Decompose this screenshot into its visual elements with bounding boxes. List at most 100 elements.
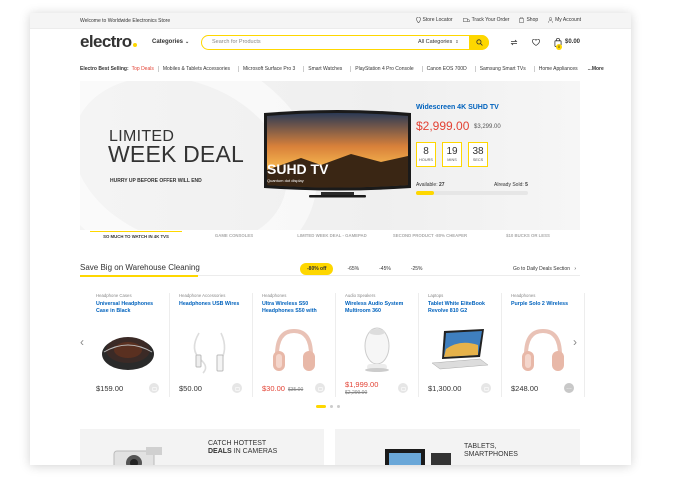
carousel-dot-active[interactable] bbox=[316, 405, 326, 408]
search-button[interactable] bbox=[469, 34, 489, 50]
product-card[interactable]: Audio Speakers Wireless Audio System Mul… bbox=[336, 293, 419, 397]
product-card[interactable]: Headphones Purple Solo 2 Wireless $248.0… bbox=[502, 293, 585, 397]
product-old-price: $35.00 bbox=[287, 387, 304, 393]
deal-old-price: $3,299.00 bbox=[474, 124, 501, 130]
carousel-dots bbox=[316, 405, 340, 408]
nav-item[interactable]: Mobiles & Tablets Accessories bbox=[157, 66, 234, 72]
header-icons bbox=[510, 38, 562, 47]
carousel-prev-arrow[interactable]: ‹ bbox=[80, 335, 84, 349]
add-to-cart-button[interactable] bbox=[149, 383, 159, 393]
slider-tab[interactable]: $10 BUCKS OR LESS bbox=[482, 233, 574, 238]
product-image[interactable] bbox=[96, 323, 160, 377]
product-category[interactable]: Audio Speakers bbox=[345, 293, 418, 298]
product-card[interactable]: Headphones Ultra Wireless S50 Headphones… bbox=[253, 293, 336, 397]
heart-icon[interactable] bbox=[532, 39, 540, 46]
hero-slider-tabs: SO MUCH TO WATCH IN 4K TVS GAME CONSOLES… bbox=[80, 230, 580, 248]
compare-icon[interactable] bbox=[510, 39, 518, 46]
store-locator-link[interactable]: Store Locator bbox=[415, 17, 453, 23]
nav-item[interactable]: Smart Watches bbox=[303, 66, 346, 72]
nav-top-deals[interactable]: Top Deals bbox=[132, 66, 154, 72]
product-card[interactable]: Laptops Tablet White EliteBook Revolve 8… bbox=[419, 293, 502, 397]
headphones-image bbox=[522, 328, 564, 371]
hero-banner[interactable]: LIMITED WEEK DEAL HURRY UP BEFORE OFFER … bbox=[80, 81, 580, 230]
product-name[interactable]: Tablet White EliteBook Revolve 810 G2 bbox=[428, 301, 498, 315]
product-category[interactable]: Headphone Cases bbox=[96, 293, 169, 298]
slider-tab[interactable]: SECOND PRODUCT -80% CHEAPER bbox=[384, 233, 476, 238]
logo-dot bbox=[132, 43, 137, 47]
deal-title[interactable]: Widescreen 4K SUHD TV bbox=[416, 104, 499, 111]
search-input[interactable] bbox=[212, 37, 402, 47]
product-image[interactable] bbox=[428, 323, 492, 377]
product-image[interactable] bbox=[345, 323, 409, 377]
product-name[interactable]: Headphones USB Wires bbox=[179, 301, 249, 315]
filter-pill[interactable]: -25% bbox=[405, 266, 429, 272]
section-divider-accent bbox=[80, 275, 198, 277]
product-category[interactable]: Headphones bbox=[262, 293, 335, 298]
slider-tab[interactable]: SO MUCH TO WATCH IN 4K TVS bbox=[90, 231, 182, 239]
cart-total[interactable]: $0.00 bbox=[565, 39, 580, 45]
product-name[interactable]: Universal Headphones Case in Black bbox=[96, 301, 166, 315]
nav-item[interactable]: Samsung Smart TVs bbox=[474, 66, 530, 72]
product-category[interactable]: Headphones bbox=[511, 293, 584, 298]
tv-product-image bbox=[264, 110, 411, 198]
search-bar: All Categories⇕ bbox=[201, 34, 489, 50]
track-order-link[interactable]: Track Your Order bbox=[462, 17, 509, 23]
product-name[interactable]: Wireless Audio System Multiroom 360 bbox=[345, 301, 415, 315]
filter-pill-active[interactable]: -80% off bbox=[300, 263, 334, 275]
cart-icon bbox=[317, 386, 323, 391]
filter-pill[interactable]: -65% bbox=[341, 266, 365, 272]
carousel-dot[interactable] bbox=[337, 405, 340, 408]
add-to-cart-button[interactable] bbox=[398, 383, 408, 393]
sold-progress-bar bbox=[416, 191, 528, 195]
usb-wire-image bbox=[193, 332, 226, 374]
filter-pill[interactable]: -45% bbox=[373, 266, 397, 272]
product-price: $1,300.00 bbox=[428, 384, 462, 393]
logo[interactable]: electro bbox=[80, 32, 137, 52]
product-name[interactable]: Purple Solo 2 Wireless bbox=[511, 301, 581, 315]
hero-subtitle: HURRY UP BEFORE OFFER WILL END bbox=[110, 178, 202, 184]
categories-dropdown[interactable]: Categories ⌄ bbox=[152, 39, 189, 45]
location-pin-icon bbox=[415, 17, 421, 23]
add-to-cart-button[interactable] bbox=[481, 383, 491, 393]
tablets-banner[interactable]: TABLETS, SMARTPHONES bbox=[335, 429, 580, 465]
nav-item[interactable]: Microsoft Surface Pro 3 bbox=[238, 66, 299, 72]
speaker-image bbox=[364, 327, 390, 372]
product-image[interactable] bbox=[262, 323, 326, 377]
add-to-cart-button[interactable]: … bbox=[564, 383, 574, 393]
cart-icon bbox=[234, 386, 240, 391]
banner-cameras-line2: DEALS IN CAMERAS bbox=[208, 448, 278, 455]
tv-screen-subtext: Quantum dot display bbox=[267, 178, 304, 183]
timer-secs: 38 SECS bbox=[468, 142, 488, 167]
search-category-select[interactable]: All Categories ⇕ bbox=[418, 39, 459, 45]
my-account-link[interactable]: My Account bbox=[548, 17, 581, 23]
product-image[interactable] bbox=[179, 323, 243, 377]
nav-more[interactable]: ...More bbox=[588, 66, 604, 72]
timer-hours: 8 HOURS bbox=[416, 142, 436, 167]
slider-tab[interactable]: LIMITED WEEK DEAL - GAMEPAD bbox=[286, 233, 378, 238]
daily-deals-link[interactable]: Go to Daily Deals Section › bbox=[513, 266, 576, 272]
tv-screen-text: SUHD TV bbox=[267, 161, 329, 177]
nav-item[interactable]: PlayStation 4 Pro Console bbox=[350, 66, 417, 72]
product-category[interactable]: Laptops bbox=[428, 293, 501, 298]
welcome-text: Welcome to Worldwide Electronics Store bbox=[80, 18, 171, 24]
cart-icon bbox=[483, 386, 489, 391]
carousel-dot[interactable] bbox=[330, 405, 333, 408]
deal-price: $2,999.00 bbox=[416, 119, 470, 133]
product-category[interactable]: Headphone Accessories bbox=[179, 293, 252, 298]
product-image[interactable] bbox=[511, 323, 575, 377]
sold-count: Already Sold: 5 bbox=[494, 182, 528, 188]
browser-page: Welcome to Worldwide Electronics Store S… bbox=[30, 13, 631, 465]
more-icon: … bbox=[566, 385, 572, 391]
camera-image bbox=[113, 447, 162, 465]
add-to-cart-button[interactable] bbox=[315, 383, 325, 393]
add-to-cart-button[interactable] bbox=[232, 383, 242, 393]
nav-item[interactable]: Canon EOS 700D bbox=[421, 66, 471, 72]
cameras-banner[interactable]: CATCH HOTTEST DEALS IN CAMERAS bbox=[80, 429, 324, 465]
product-card[interactable]: Headphone Accessories Headphones USB Wir… bbox=[170, 293, 253, 397]
product-card[interactable]: Headphone Cases Universal Headphones Cas… bbox=[87, 293, 170, 397]
product-name[interactable]: Ultra Wireless S50 Headphones S50 with bbox=[262, 301, 332, 315]
slider-tab[interactable]: GAME CONSOLES bbox=[188, 233, 280, 238]
product-price: $159.00 bbox=[96, 384, 124, 393]
nav-item[interactable]: Home Appliances bbox=[533, 66, 582, 72]
shop-link[interactable]: Shop bbox=[519, 17, 538, 23]
